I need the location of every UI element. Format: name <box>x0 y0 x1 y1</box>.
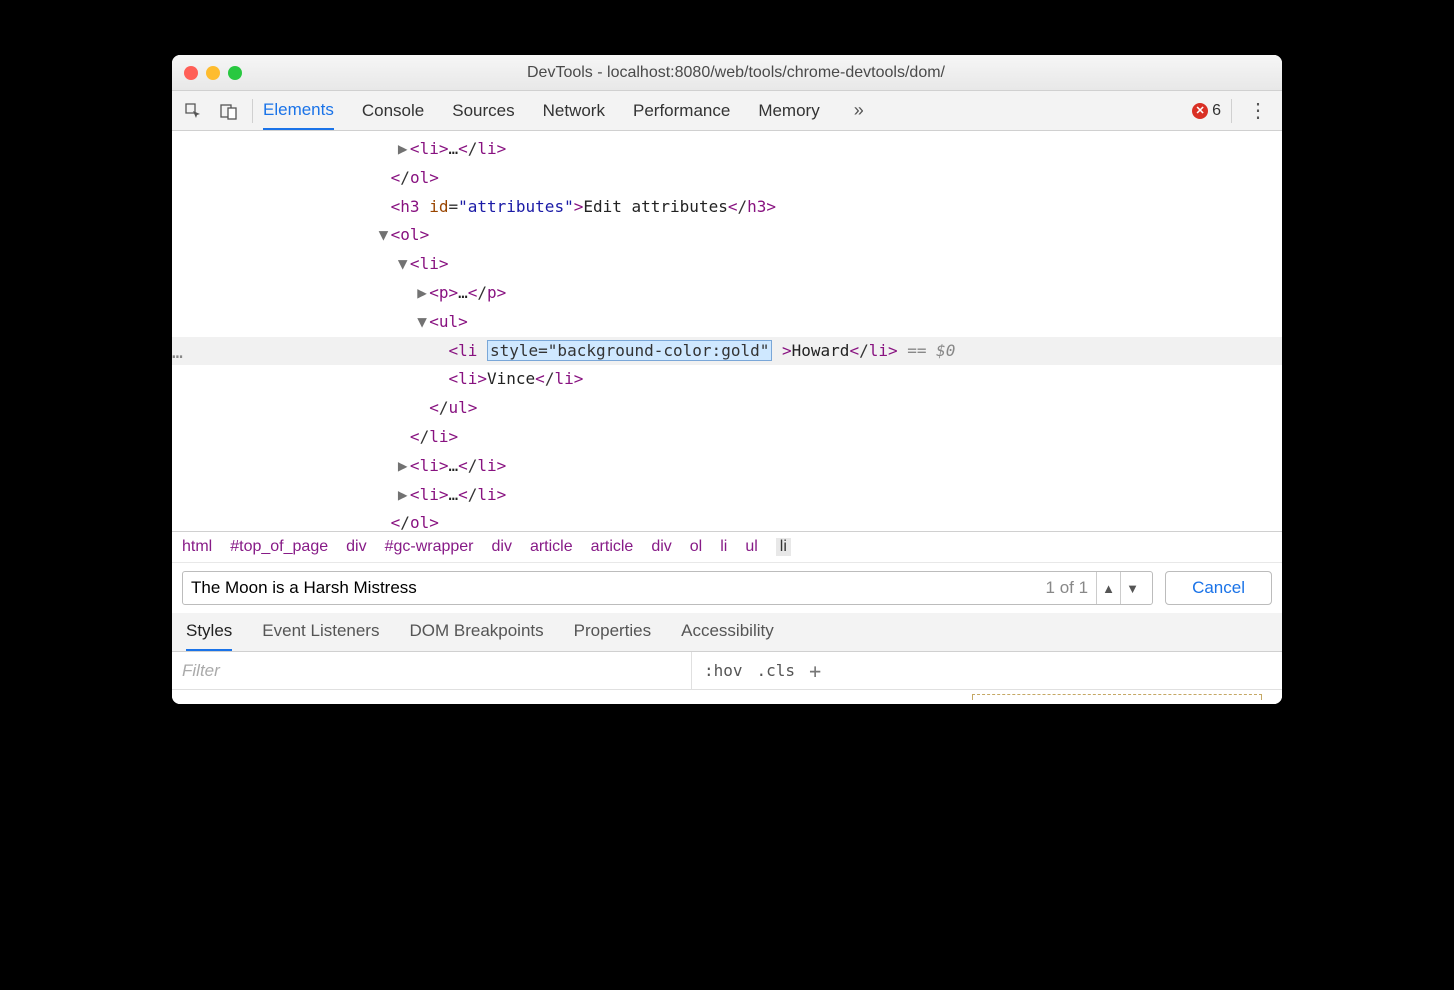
close-icon[interactable] <box>184 66 198 80</box>
titlebar: DevTools - localhost:8080/web/tools/chro… <box>172 55 1282 91</box>
dom-node[interactable]: </ol> <box>172 509 1282 531</box>
cls-toggle[interactable]: .cls <box>757 661 796 680</box>
dom-tree[interactable]: ▶<li>…</li> </ol> <h3 id="attributes">Ed… <box>172 131 1282 531</box>
breadcrumb-item[interactable]: li <box>776 538 791 556</box>
minimize-icon[interactable] <box>206 66 220 80</box>
breadcrumb-item[interactable]: article <box>591 538 634 556</box>
breadcrumb-item[interactable]: div <box>492 538 512 556</box>
devtools-window: DevTools - localhost:8080/web/tools/chro… <box>172 55 1282 704</box>
dom-node[interactable]: <h3 id="attributes">Edit attributes</h3> <box>172 193 1282 222</box>
breadcrumb-item[interactable]: html <box>182 538 212 556</box>
more-tabs-icon[interactable]: » <box>848 100 870 121</box>
search-input[interactable] <box>191 578 1046 598</box>
subtab-dom-breakpoints[interactable]: DOM Breakpoints <box>409 621 543 651</box>
panel-tabs: Elements Console Sources Network Perform… <box>263 91 1182 130</box>
dom-node[interactable]: </ol> <box>172 164 1282 193</box>
search-next-icon[interactable]: ▼ <box>1120 572 1144 604</box>
divider <box>1231 99 1232 123</box>
error-badge[interactable]: ✕ 6 <box>1192 102 1221 120</box>
attribute-edit-input[interactable]: style="background-color:gold" <box>487 340 772 361</box>
search-bar: 1 of 1 ▲ ▼ Cancel <box>172 562 1282 613</box>
tab-network[interactable]: Network <box>543 91 605 130</box>
breadcrumb-item[interactable]: #top_of_page <box>230 538 328 556</box>
dom-node[interactable]: </ul> <box>172 394 1282 423</box>
dom-node[interactable]: ▶<li>…</li> <box>172 452 1282 481</box>
dom-node[interactable]: ▼<li> <box>172 250 1282 279</box>
error-count: 6 <box>1212 102 1221 120</box>
menu-icon[interactable]: ⋮ <box>1242 98 1274 123</box>
styles-tools: :hov .cls + <box>692 652 833 689</box>
dom-node[interactable]: <li>Vince</li> <box>172 365 1282 394</box>
tab-performance[interactable]: Performance <box>633 91 730 130</box>
breadcrumb-item[interactable]: div <box>651 538 671 556</box>
breadcrumb-item[interactable]: li <box>720 538 727 556</box>
dom-node[interactable]: ▶<p>…</p> <box>172 279 1282 308</box>
dom-node[interactable]: </li> <box>172 423 1282 452</box>
error-icon: ✕ <box>1192 103 1208 119</box>
breadcrumb-trail: html #top_of_page div #gc-wrapper div article… <box>172 531 1282 562</box>
subtab-event-listeners[interactable]: Event Listeners <box>262 621 379 651</box>
window-controls <box>184 66 242 80</box>
styles-toolbar: :hov .cls + <box>172 652 1282 690</box>
dom-node[interactable]: <li style="background-color:gold" >Howar… <box>172 337 1282 366</box>
subtab-styles[interactable]: Styles <box>186 621 232 651</box>
main-toolbar: Elements Console Sources Network Perform… <box>172 91 1282 131</box>
box-model-preview <box>972 694 1262 700</box>
tab-console[interactable]: Console <box>362 91 424 130</box>
breadcrumb-item[interactable]: ul <box>745 538 757 556</box>
breadcrumb-item[interactable]: article <box>530 538 573 556</box>
cancel-button[interactable]: Cancel <box>1165 571 1272 605</box>
styles-pane <box>172 690 1282 704</box>
breadcrumb-item[interactable]: div <box>346 538 366 556</box>
tab-memory[interactable]: Memory <box>758 91 819 130</box>
sidebar-tabs: Styles Event Listeners DOM Breakpoints Prop… <box>172 613 1282 652</box>
hov-toggle[interactable]: :hov <box>704 661 743 680</box>
tab-elements[interactable]: Elements <box>263 91 334 130</box>
search-prev-icon[interactable]: ▲ <box>1096 572 1120 604</box>
search-box: 1 of 1 ▲ ▼ <box>182 571 1153 605</box>
breadcrumb-item[interactable]: ol <box>690 538 702 556</box>
search-count: 1 of 1 <box>1046 578 1089 598</box>
maximize-icon[interactable] <box>228 66 242 80</box>
styles-filter-input[interactable] <box>172 652 692 689</box>
dom-node[interactable]: ▼<ol> <box>172 221 1282 250</box>
divider <box>252 99 253 123</box>
inspect-icon[interactable] <box>180 98 206 124</box>
dom-node[interactable]: ▶<li>…</li> <box>172 135 1282 164</box>
window-title: DevTools - localhost:8080/web/tools/chro… <box>242 64 1270 82</box>
subtab-accessibility[interactable]: Accessibility <box>681 621 774 651</box>
dom-node[interactable]: ▶<li>…</li> <box>172 481 1282 510</box>
new-style-icon[interactable]: + <box>809 659 821 683</box>
device-toggle-icon[interactable] <box>216 98 242 124</box>
tab-sources[interactable]: Sources <box>452 91 514 130</box>
breadcrumb-item[interactable]: #gc-wrapper <box>385 538 474 556</box>
dom-node[interactable]: ▼<ul> <box>172 308 1282 337</box>
subtab-properties[interactable]: Properties <box>574 621 651 651</box>
